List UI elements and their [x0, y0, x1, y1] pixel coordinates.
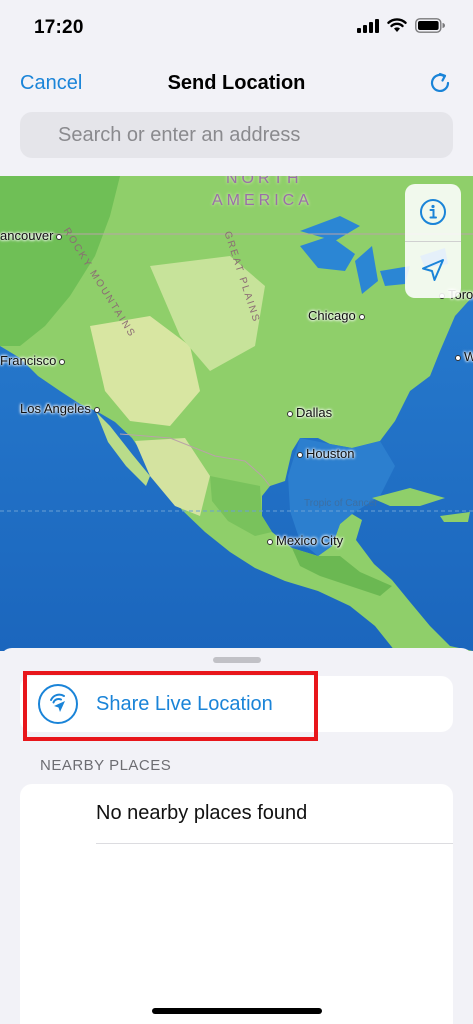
home-indicator[interactable]: [152, 1008, 322, 1014]
city-label-vancouver: ancouver: [0, 228, 65, 243]
city-label-partial-w: W: [452, 349, 473, 364]
city-label-san-francisco: Francisco: [0, 353, 68, 368]
city-dot: [297, 451, 303, 458]
city-dot: [93, 406, 100, 413]
city-name: ancouver: [0, 228, 54, 243]
refresh-icon: [430, 72, 450, 92]
info-icon: [420, 199, 446, 226]
bottom-sheet: Share Live Location NEARBY PLACES No nea…: [0, 648, 473, 1024]
city-label-los-angeles: Los Angeles: [20, 401, 103, 416]
city-name: Dallas: [296, 405, 333, 420]
status-icons: [357, 18, 445, 38]
city-dot: [59, 358, 66, 365]
city-dot: [267, 538, 273, 545]
search-placeholder: Search or enter an address: [58, 123, 301, 146]
map-region-label-america: AMERICA: [212, 192, 313, 209]
map-feature-tropic-of-cancer: Tropic of Cancer: [304, 498, 378, 509]
nav-bar: Cancel Send Location: [0, 56, 473, 110]
city-label-mexico-city: Mexico City: [264, 533, 343, 548]
nearby-places-list: No nearby places found: [20, 784, 453, 1024]
city-name: Los Angeles: [20, 401, 91, 416]
battery-icon: [415, 18, 445, 38]
city-name: Francisco: [0, 353, 57, 368]
city-dot: [358, 313, 365, 320]
empty-state-message: No nearby places found: [96, 802, 308, 824]
search-input[interactable]: Search or enter an address: [20, 112, 453, 158]
cancel-button[interactable]: Cancel: [20, 72, 82, 95]
city-name: W: [464, 349, 473, 364]
nearby-places-header: NEARBY PLACES: [40, 757, 172, 774]
map-info-button[interactable]: [405, 184, 461, 241]
map-region-label-north: NORTH: [226, 176, 303, 187]
list-item: No nearby places found: [96, 784, 453, 844]
map-controls: [405, 184, 461, 298]
status-bar: 17:20: [0, 0, 473, 56]
city-label-dallas: Dallas: [284, 405, 332, 420]
map-locate-button[interactable]: [405, 240, 461, 299]
status-time: 17:20: [34, 17, 84, 38]
city-name: Mexico City: [276, 533, 344, 548]
city-name: Chicago: [308, 308, 356, 323]
refresh-button[interactable]: [425, 68, 455, 98]
cellular-signal-icon: [357, 18, 379, 38]
city-dot: [455, 354, 461, 361]
city-label-houston: Houston: [294, 446, 354, 461]
map-view[interactable]: NORTH AMERICA ROCKY MOUNTAINS GREAT PLAI…: [0, 176, 473, 651]
location-arrow-icon: [422, 258, 444, 281]
city-dot: [287, 410, 293, 417]
wifi-icon: [387, 18, 407, 38]
city-label-chicago: Chicago: [308, 308, 368, 323]
city-name: Houston: [306, 446, 355, 461]
highlight-box: [23, 671, 318, 741]
city-dot: [56, 233, 63, 240]
sheet-grabber[interactable]: [213, 657, 261, 663]
